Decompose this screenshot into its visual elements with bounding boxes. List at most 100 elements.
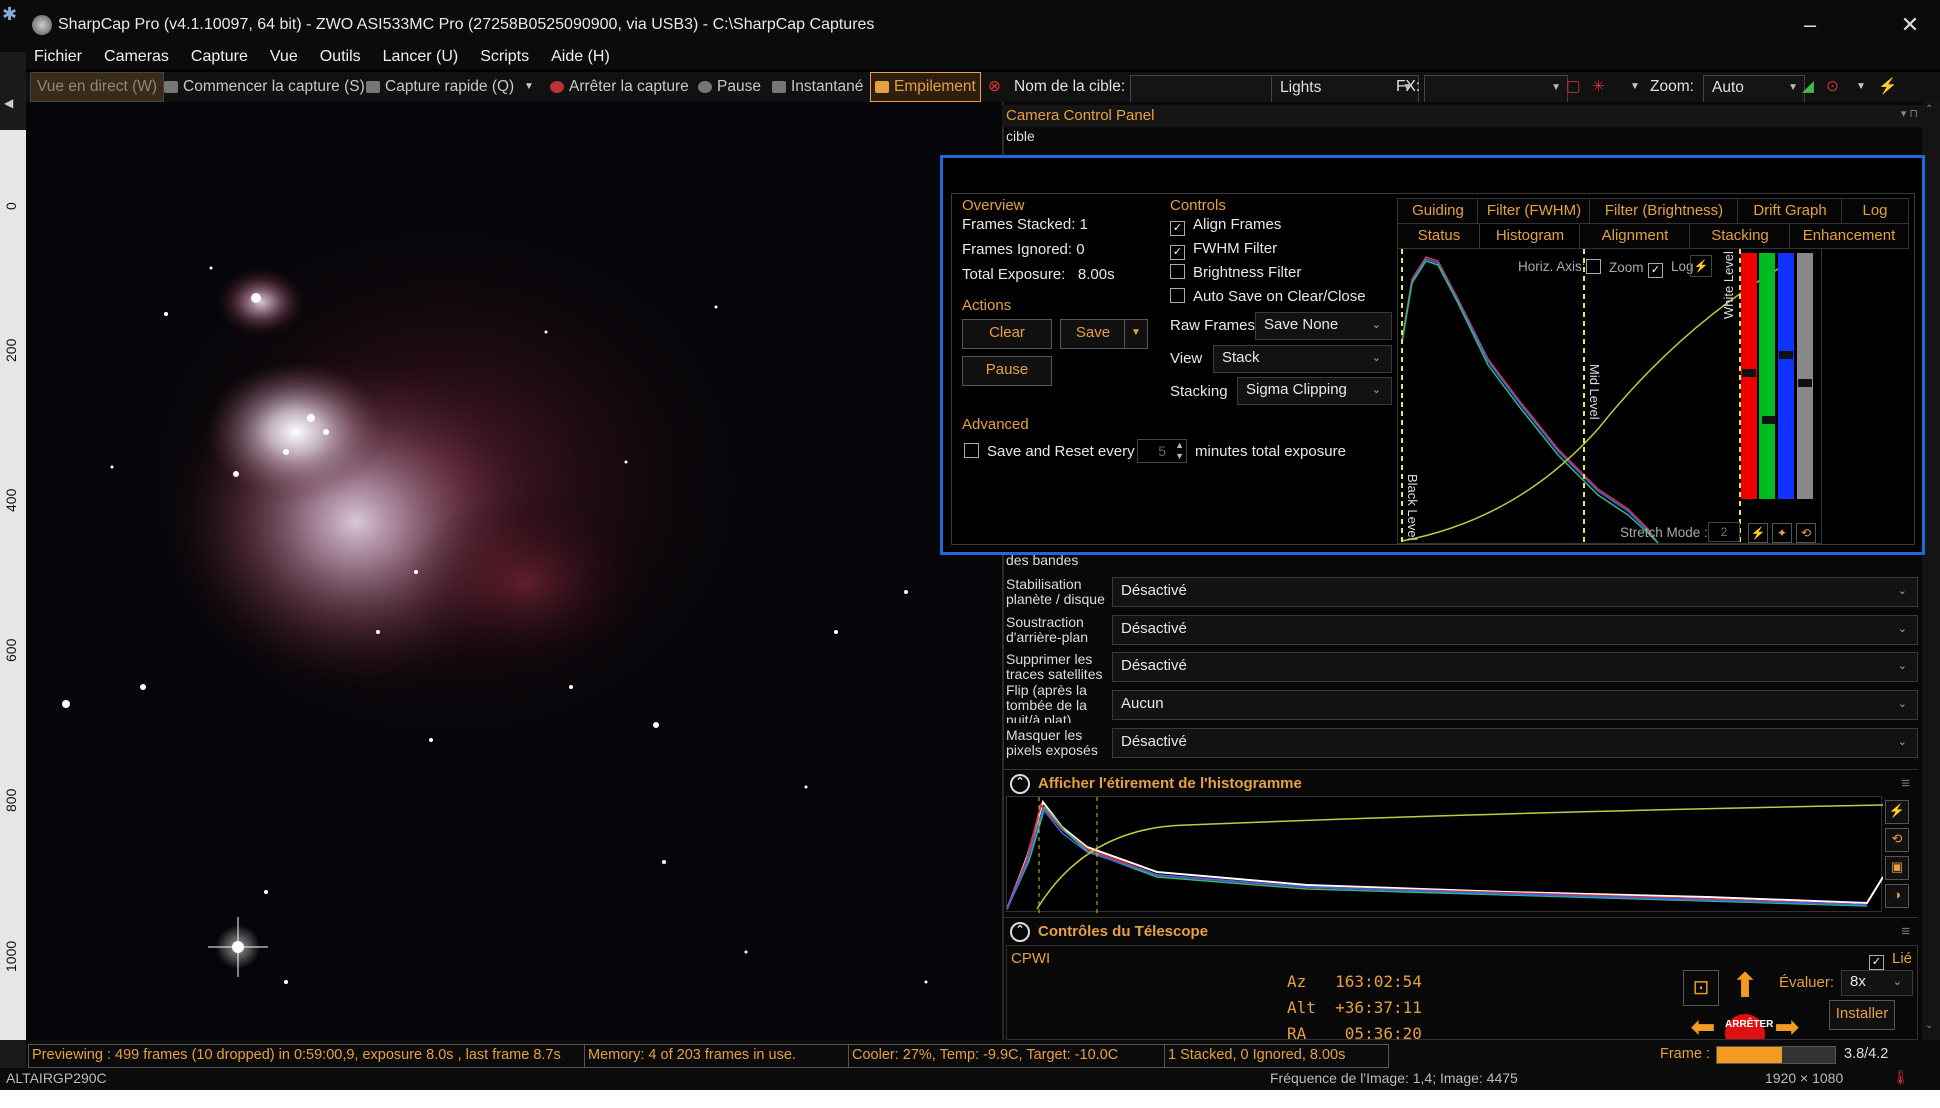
tab-enhancement[interactable]: Enhancement — [1789, 223, 1909, 249]
pin-icon[interactable]: ▾ ⊓ — [1901, 107, 1918, 120]
zoom-checkbox[interactable]: Zoom — [1586, 259, 1644, 275]
clear-button[interactable]: Clear — [962, 319, 1052, 349]
close-button[interactable]: ✕ — [1890, 8, 1930, 42]
live-image-view[interactable] — [26, 102, 1002, 1040]
contrast-icon[interactable]: ◑ — [1885, 884, 1909, 908]
save-options-dropdown[interactable]: ▼ — [1124, 319, 1148, 349]
stack-button[interactable]: Empilement — [870, 72, 981, 102]
chevron-down-icon[interactable]: ▼ — [1630, 72, 1640, 102]
level-slider-handle[interactable] — [1779, 351, 1793, 359]
level-slider-handle[interactable] — [1798, 379, 1812, 387]
histogram-icon[interactable]: ◢ — [1802, 72, 1814, 102]
target-name-label: Nom de la cible: — [1014, 78, 1126, 95]
tab-filter-brightness[interactable]: Filter (Brightness) — [1589, 198, 1739, 224]
tab-alignment[interactable]: Alignment — [1579, 223, 1691, 249]
slew-right-arrow-icon[interactable]: ➡ — [1767, 1010, 1807, 1039]
save-button[interactable]: Save — [1060, 319, 1126, 349]
menu-item-vue[interactable]: Vue — [270, 48, 298, 66]
minutes-stepper[interactable]: 5 ▲ ▼ — [1137, 439, 1187, 463]
level-slider-handle[interactable] — [1762, 416, 1776, 424]
menu-item-scripts[interactable]: Scripts — [480, 48, 529, 66]
reset-icon[interactable]: ⟲ — [1885, 828, 1909, 852]
slew-left-arrow-icon[interactable]: ⬅ — [1683, 1010, 1723, 1039]
reset-icon[interactable]: ⟲ — [1796, 523, 1816, 543]
planet-stabilization-select[interactable]: Désactivé ⌄ — [1112, 577, 1918, 607]
background-subtraction-select[interactable]: Désactivé ⌄ — [1112, 615, 1918, 645]
menu-item-outils[interactable]: Outils — [320, 48, 361, 66]
histogram-stretch-header[interactable]: ⌃ Afficher l'étirement de l'histogramme ≡ — [1004, 769, 1918, 798]
setting-value: Désactivé — [1121, 733, 1187, 750]
frames-ignored: Frames Ignored: 0 — [962, 241, 1085, 258]
menu-lines-icon[interactable]: ≡ — [1901, 770, 1910, 798]
auto-stretch-icon[interactable]: ⚡ — [1690, 255, 1712, 277]
slew-up-arrow-icon[interactable]: ⬆ — [1725, 966, 1765, 1006]
snapshot-button[interactable]: Instantané — [772, 72, 863, 102]
menu-item-fichier[interactable]: Fichier — [34, 48, 82, 66]
collapse-icon[interactable]: ⌃ — [1010, 774, 1030, 795]
menu-item-aide[interactable]: Aide (H) — [551, 48, 610, 66]
stepper-arrows-icon[interactable]: ▲ ▼ — [1175, 440, 1184, 462]
collapse-icon[interactable]: ⌃ — [1010, 922, 1030, 943]
stack-histogram[interactable]: Black Level Mid Level White Level Horiz.… — [1397, 248, 1822, 545]
level-slider-handle[interactable] — [1742, 369, 1756, 377]
brightness-filter-checkbox[interactable]: Brightness Filter — [1170, 264, 1301, 281]
lightning-icon[interactable]: ⚡ — [1878, 72, 1897, 102]
live-view-button[interactable]: Vue en direct (W) — [30, 72, 165, 102]
log-checkbox[interactable]: ✓ Log — [1648, 259, 1694, 278]
satellite-trail-select[interactable]: Désactivé ⌄ — [1112, 652, 1918, 682]
fwhm-filter-checkbox[interactable]: ✓ FWHM Filter — [1170, 240, 1277, 260]
stacking-select[interactable]: Sigma Clipping ⌄ — [1237, 377, 1392, 405]
minimize-button[interactable]: – — [1790, 8, 1830, 42]
quick-capture-button[interactable]: Capture rapide (Q) — [366, 72, 514, 102]
save-icon[interactable]: ▣ — [1885, 856, 1909, 880]
pause-button[interactable]: Pause — [698, 72, 761, 102]
menu-item-capture[interactable]: Capture — [191, 48, 248, 66]
scroll-up-icon[interactable]: ⌃ — [1925, 104, 1933, 115]
tab-histogram[interactable]: Histogram — [1479, 223, 1581, 248]
mask-pixels-select[interactable]: Désactivé ⌄ — [1112, 728, 1918, 758]
raw-frames-select[interactable]: Save None ⌄ — [1255, 312, 1392, 340]
slew-home-button[interactable]: ⊡ — [1683, 970, 1719, 1006]
zoom-select[interactable]: Auto ▼ — [1703, 75, 1805, 103]
menu-item-cameras[interactable]: Cameras — [104, 48, 169, 66]
tab-log[interactable]: Log — [1841, 198, 1909, 224]
red-square-icon[interactable]: ▢ — [1566, 72, 1581, 102]
luma-level-bar[interactable] — [1797, 253, 1813, 499]
lightning-icon[interactable]: ⚡ — [1885, 800, 1909, 824]
chevron-down-icon: ▼ — [1551, 82, 1561, 93]
chevron-down-icon[interactable]: ▼ — [1856, 72, 1866, 102]
stretch-mode-stepper[interactable]: 2 — [1708, 522, 1740, 542]
stop-button[interactable]: ARRÊTER — [1725, 1014, 1773, 1039]
quick-capture-dropdown-icon[interactable]: ▼ — [524, 72, 534, 102]
tab-status[interactable]: Status — [1397, 223, 1481, 249]
fx-select[interactable]: ▼ — [1424, 75, 1568, 103]
flip-select[interactable]: Aucun ⌄ — [1112, 690, 1918, 720]
green-level-bar[interactable] — [1759, 253, 1775, 499]
install-button[interactable]: Installer — [1829, 1000, 1895, 1030]
view-select[interactable]: Stack ⌄ — [1213, 345, 1392, 373]
autosave-checkbox[interactable]: Auto Save on Clear/Close — [1170, 288, 1366, 305]
tab-drift-graph[interactable]: Drift Graph — [1737, 198, 1843, 224]
sparkle-icon[interactable]: ✦ — [1772, 523, 1792, 543]
collapse-arrow-icon[interactable]: ◀ — [4, 96, 22, 116]
save-reset-checkbox[interactable]: Save and Reset every — [964, 443, 1135, 460]
start-capture-button[interactable]: Commencer la capture (S) — [164, 72, 365, 102]
rate-select[interactable]: 8x ⌄ — [1841, 970, 1913, 996]
blue-level-bar[interactable] — [1778, 253, 1794, 499]
linked-checkbox[interactable]: ✓ Lié — [1869, 950, 1912, 970]
lightning-icon[interactable]: ⚡ — [1748, 523, 1768, 543]
magnify-icon[interactable]: ⊙ — [1826, 72, 1839, 102]
scroll-down-icon[interactable]: ⌄ — [1925, 1020, 1933, 1031]
tab-filter-fwhm[interactable]: Filter (FWHM) — [1477, 198, 1591, 224]
menu-lines-icon[interactable]: ≡ — [1901, 918, 1910, 946]
red-grid-icon[interactable]: ✳ — [1592, 72, 1605, 102]
align-frames-checkbox[interactable]: ✓ Align Frames — [1170, 216, 1281, 236]
pause-stack-button[interactable]: Pause — [962, 356, 1052, 386]
stop-capture-button[interactable]: Arrêter la capture — [550, 72, 689, 102]
rate-label: Évaluer: — [1779, 974, 1835, 991]
telescope-controls-header[interactable]: ⌃ Contrôles du Télescope ≡ — [1004, 917, 1918, 946]
tab-stacking[interactable]: Stacking — [1689, 223, 1791, 249]
tab-guiding[interactable]: Guiding — [1397, 198, 1479, 224]
menu-item-lancer[interactable]: Lancer (U) — [383, 48, 459, 66]
histogram-stretch-graph[interactable] — [1006, 796, 1884, 913]
